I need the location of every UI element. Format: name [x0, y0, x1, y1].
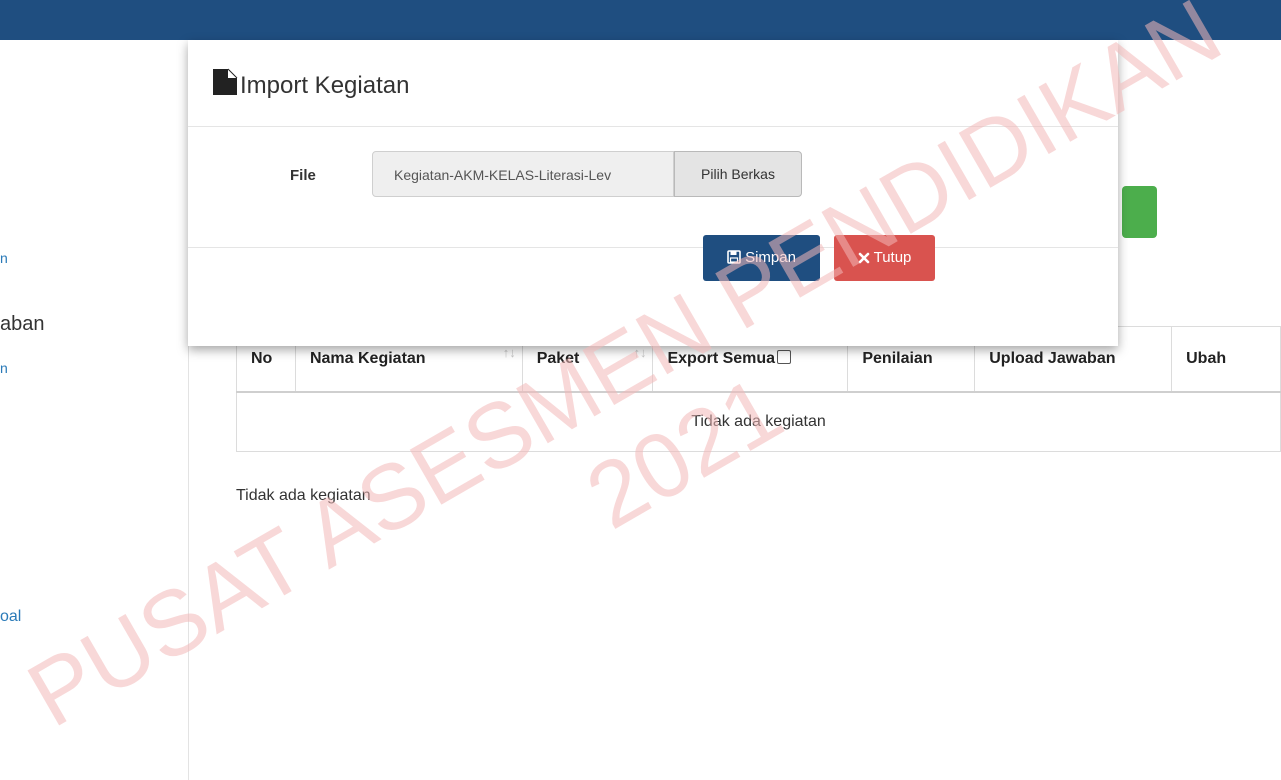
times-icon	[858, 237, 870, 283]
close-button[interactable]: Tutup	[834, 235, 935, 281]
add-button[interactable]	[1122, 186, 1157, 238]
modal-title: Import Kegiatan	[212, 68, 409, 103]
sort-icon[interactable]: ↑↓	[503, 345, 516, 360]
file-icon	[212, 68, 238, 103]
sidebar-item-link[interactable]: n	[0, 360, 8, 376]
save-button[interactable]: Simpan	[703, 235, 820, 281]
export-all-checkbox[interactable]	[777, 350, 792, 364]
modal-title-text: Import Kegiatan	[240, 72, 410, 99]
empty-message: Tidak ada kegiatan	[236, 487, 371, 504]
file-label: File	[290, 167, 316, 184]
save-button-label: Simpan	[745, 249, 796, 266]
browse-file-button[interactable]: Pilih Berkas	[674, 151, 802, 197]
table-empty-cell: Tidak ada kegiatan	[236, 391, 1281, 452]
sidebar-section-label: aban	[0, 313, 45, 335]
floppy-disk-icon	[727, 237, 741, 283]
modal-header: Import Kegiatan	[188, 40, 1118, 127]
top-navbar	[0, 0, 1281, 40]
close-button-label: Tutup	[873, 249, 912, 266]
file-path-field[interactable]: Kegiatan-AKM-KELAS-Literasi-Lev	[372, 151, 674, 197]
sidebar-item-link[interactable]: oal	[0, 608, 21, 626]
sort-icon[interactable]: ↑↓	[633, 345, 646, 360]
column-header-ubah: Ubah	[1171, 326, 1281, 393]
modal-body: File Kegiatan-AKM-KELAS-Literasi-Lev Pil…	[188, 127, 1118, 248]
sidebar: n aban n oal	[0, 40, 189, 780]
import-modal: Import Kegiatan File Kegiatan-AKM-KELAS-…	[188, 40, 1118, 346]
table-row: Tidak ada kegiatan	[236, 391, 1281, 452]
sidebar-item-link[interactable]: n	[0, 250, 8, 266]
